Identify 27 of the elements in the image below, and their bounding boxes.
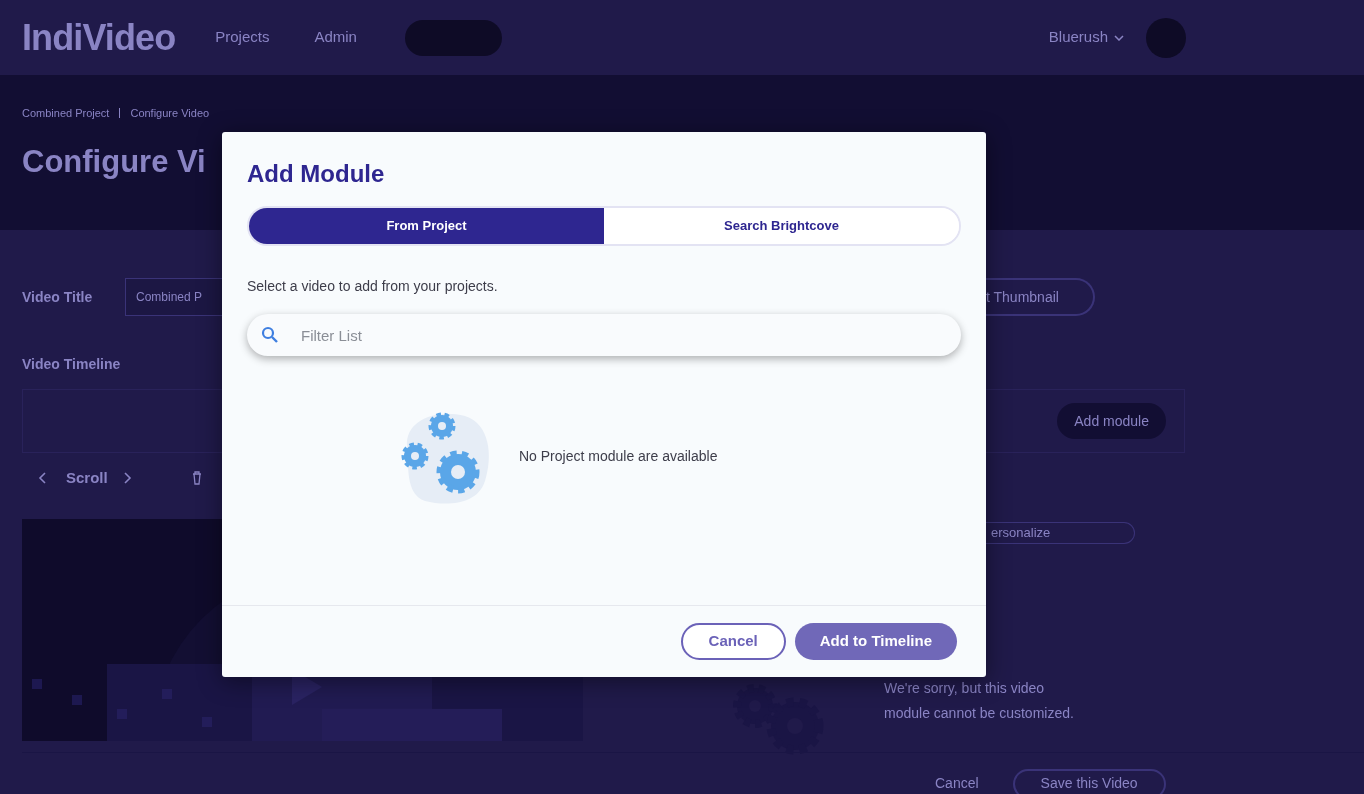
cancel-link[interactable]: Cancel (935, 773, 979, 794)
field-label: Video Title (22, 287, 94, 307)
tab[interactable]: From Project (249, 208, 604, 244)
save-video-button[interactable]: Save this Video (1012, 768, 1166, 794)
video-title-field[interactable]: Combined P (125, 278, 222, 316)
scroll-label: Scroll (66, 467, 108, 488)
account-menu[interactable]: Bluerush (1048, 26, 1108, 49)
page-title: Configure Vi (22, 143, 207, 181)
chevron-left-icon[interactable] (38, 472, 46, 484)
breadcrumb-link[interactable]: Combined Project (22, 104, 110, 122)
cancel-button[interactable]: Cancel (680, 623, 786, 660)
section-label: Video Timeline (22, 355, 122, 374)
nav-link[interactable]: Admin (314, 26, 357, 49)
tab[interactable]: Search Brightcove (604, 208, 959, 244)
instructions-text: Select a video to add from your projects. (247, 277, 499, 296)
filter-field[interactable]: Filter List (247, 314, 961, 356)
breadcrumb-link[interactable]: Configure Video (130, 104, 210, 122)
dialog-title: Add Module (247, 159, 386, 189)
search-icon (261, 326, 279, 344)
nav-link[interactable]: Projects (215, 26, 270, 49)
add-module-button[interactable]: Add module (1057, 403, 1166, 439)
chevron-right-icon[interactable] (123, 472, 132, 484)
chevron-down-icon (1114, 34, 1124, 41)
empty-state-message: No Project module are available (519, 446, 718, 466)
logo[interactable]: IndiVideo (22, 10, 176, 65)
customize-message: We're sorry, but this video module cannot be customized. (884, 678, 1074, 723)
trash-icon[interactable] (191, 471, 202, 485)
